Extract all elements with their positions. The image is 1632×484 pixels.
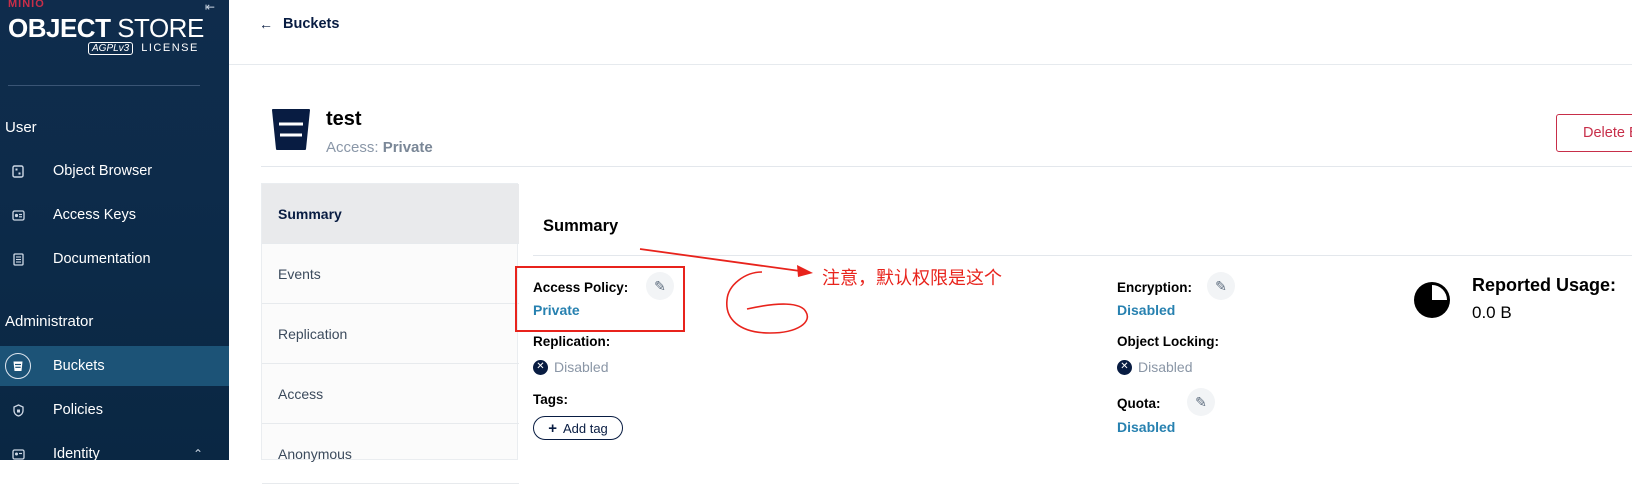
reported-usage-value: 0.0 B [1472,303,1512,322]
annotation-arrow [639,248,813,334]
header-divider [261,166,1632,167]
delete-bucket-label: Delete Bucket [1583,125,1632,141]
brand-divider [8,85,200,86]
bucket-access-label: Access: [326,139,379,156]
encryption-value[interactable]: Disabled [1117,302,1175,318]
object-locking-label: Object Locking: [1117,334,1220,349]
edit-quota-button[interactable]: ✎ [1187,388,1215,416]
sidebar-item-documentation[interactable]: Documentation [0,239,229,279]
plus-icon: + [548,419,557,437]
encryption-label: Encryption: [1117,280,1193,295]
brand-minio: MINIO [8,0,45,10]
replication-status: ✕ Disabled [533,359,608,375]
tags-label: Tags: [533,392,569,407]
arrow-left-icon: ← [259,16,273,32]
tab-summary[interactable]: Summary [262,184,519,244]
documentation-icon [9,250,27,268]
tab-access[interactable]: Access [262,364,519,424]
sidebar: MINIO OBJECT STORE AGPLv3 LICENSE ⇤ User … [0,0,229,462]
tab-replication[interactable]: Replication [262,304,519,364]
annotation-highlight-box [515,266,685,332]
replication-label: Replication: [533,334,611,349]
bucket-tabs: Summary Events Replication Access Anonym… [261,183,519,484]
access-keys-icon [9,206,27,224]
sidebar-item-policies[interactable]: Policies [0,390,229,430]
summary-title: Summary [543,217,619,235]
tab-events[interactable]: Events [262,244,519,304]
edit-encryption-button[interactable]: ✎ [1207,272,1235,300]
add-tag-label: Add tag [562,420,608,436]
sidebar-item-object-browser[interactable]: Object Browser [0,151,229,191]
collapse-sidebar-icon[interactable]: ⇤ [205,0,215,14]
add-tag-button[interactable]: + Add tag [533,416,623,440]
object-locking-status: ✕ Disabled [1117,359,1192,375]
usage-pie-icon [1413,281,1451,319]
sidebar-item-buckets[interactable]: Buckets [0,346,229,386]
disabled-x-icon: ✕ [533,359,548,375]
sidebar-item-identity[interactable]: Identity ⌃ [0,434,229,474]
object-locking-value: Disabled [1138,359,1193,375]
sidebar-item-label: Policies [53,402,103,418]
bucket-name: test [326,108,362,130]
bucket-access-value: Private [382,139,433,156]
brand-license: AGPLv3 LICENSE [88,42,199,55]
identity-icon [9,445,27,463]
agpl-badge: AGPLv3 [88,42,134,55]
brand-title-light: STORE [110,13,204,43]
chevron-up-icon[interactable]: ⌃ [193,447,203,461]
back-link-label: Buckets [283,16,340,32]
replication-value: Disabled [554,359,609,375]
quota-value[interactable]: Disabled [1117,419,1175,435]
summary-divider [533,255,1632,256]
object-browser-icon [9,162,27,180]
tab-anonymous[interactable]: Anonymous [262,424,519,484]
pencil-icon: ✎ [1195,393,1207,410]
policy-icon [9,401,27,419]
bucket-icon [270,107,312,152]
bucket-access: Access: Private [326,139,433,156]
sidebar-item-access-keys[interactable]: Access Keys [0,195,229,235]
section-user: User [5,119,37,136]
sidebar-item-label: Object Browser [53,163,153,179]
annotation-note: 注意，默认权限是这个 [822,268,1002,289]
top-bar: ← Buckets [229,0,1632,65]
bucket-icon [5,353,31,379]
brand-title: OBJECT STORE [8,13,204,44]
sidebar-item-label: Documentation [53,251,151,267]
disabled-x-icon: ✕ [1117,359,1132,375]
pencil-icon: ✎ [1215,277,1227,294]
quota-label: Quota: [1117,396,1161,411]
sidebar-item-label: Access Keys [53,207,136,223]
brand-title-bold: OBJECT [8,13,111,43]
sidebar-item-label: Buckets [53,358,105,374]
section-administrator: Administrator [5,313,94,330]
delete-bucket-button[interactable]: Delete Bucket [1556,114,1632,152]
license-label: LICENSE [141,42,199,54]
reported-usage-label: Reported Usage: [1472,275,1617,295]
back-to-buckets-link[interactable]: ← Buckets [259,16,339,32]
